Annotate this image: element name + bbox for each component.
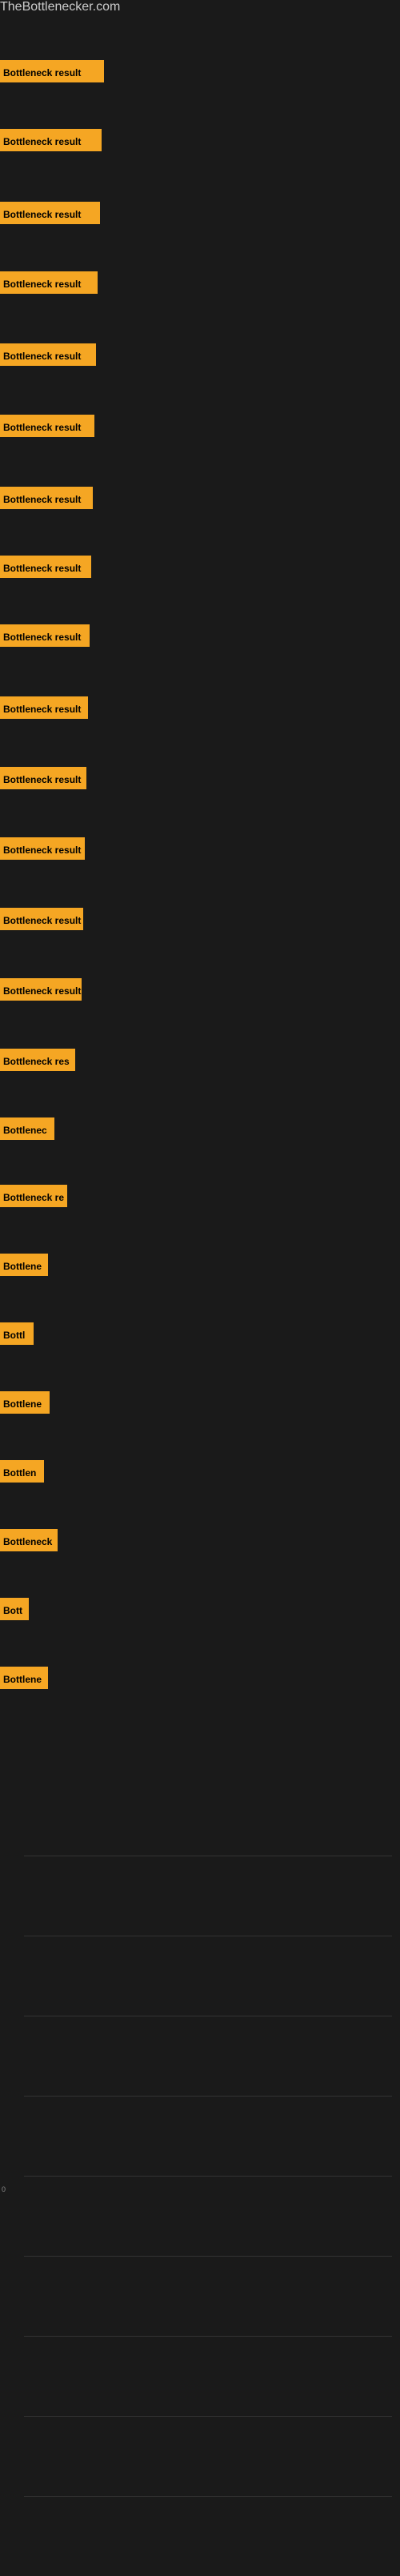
bottleneck-item: Bottleneck result	[0, 908, 83, 930]
bottleneck-item: Bottleneck result	[0, 202, 100, 224]
chart-gridline	[24, 2176, 392, 2177]
bottleneck-item: Bottleneck result	[0, 696, 88, 719]
bottleneck-item: Bottlen	[0, 1460, 44, 1483]
bottleneck-item: Bottleneck result	[0, 837, 85, 860]
bottleneck-item: Bottleneck res	[0, 1049, 75, 1071]
bottleneck-item: Bottlene	[0, 1254, 48, 1276]
chart-gridline	[24, 2096, 392, 2097]
bottleneck-item: Bottleneck result	[0, 487, 93, 509]
bottleneck-item: Bottleneck	[0, 1529, 58, 1551]
bottleneck-item: Bottleneck result	[0, 767, 86, 789]
bottleneck-item: Bottleneck result	[0, 978, 82, 1001]
bottleneck-item: Bottleneck result	[0, 556, 91, 578]
bottleneck-item: Bottlene	[0, 1667, 48, 1689]
bottleneck-item: Bott	[0, 1598, 29, 1620]
bottleneck-item: Bottleneck re	[0, 1185, 67, 1207]
y-axis-label: 0	[2, 2185, 6, 2193]
chart-gridline	[24, 2416, 392, 2417]
chart-gridline	[24, 2256, 392, 2257]
bottleneck-item: Bottl	[0, 1322, 34, 1345]
site-header: TheBottlenecker.com	[0, 0, 400, 14]
bottleneck-item: Bottleneck result	[0, 271, 98, 294]
bottleneck-item: Bottleneck result	[0, 60, 104, 82]
bottleneck-item: Bottleneck result	[0, 343, 96, 366]
bottleneck-item: Bottlenec	[0, 1117, 54, 1140]
bottleneck-item: Bottlene	[0, 1391, 50, 1414]
bottleneck-item: Bottleneck result	[0, 624, 90, 647]
chart-gridline	[24, 2336, 392, 2337]
bottleneck-list: Bottleneck result Bottleneck result Bottle…	[0, 14, 400, 2576]
chart-gridline	[24, 2496, 392, 2497]
bottleneck-item: Bottleneck result	[0, 415, 94, 437]
bottleneck-item: Bottleneck result	[0, 129, 102, 151]
